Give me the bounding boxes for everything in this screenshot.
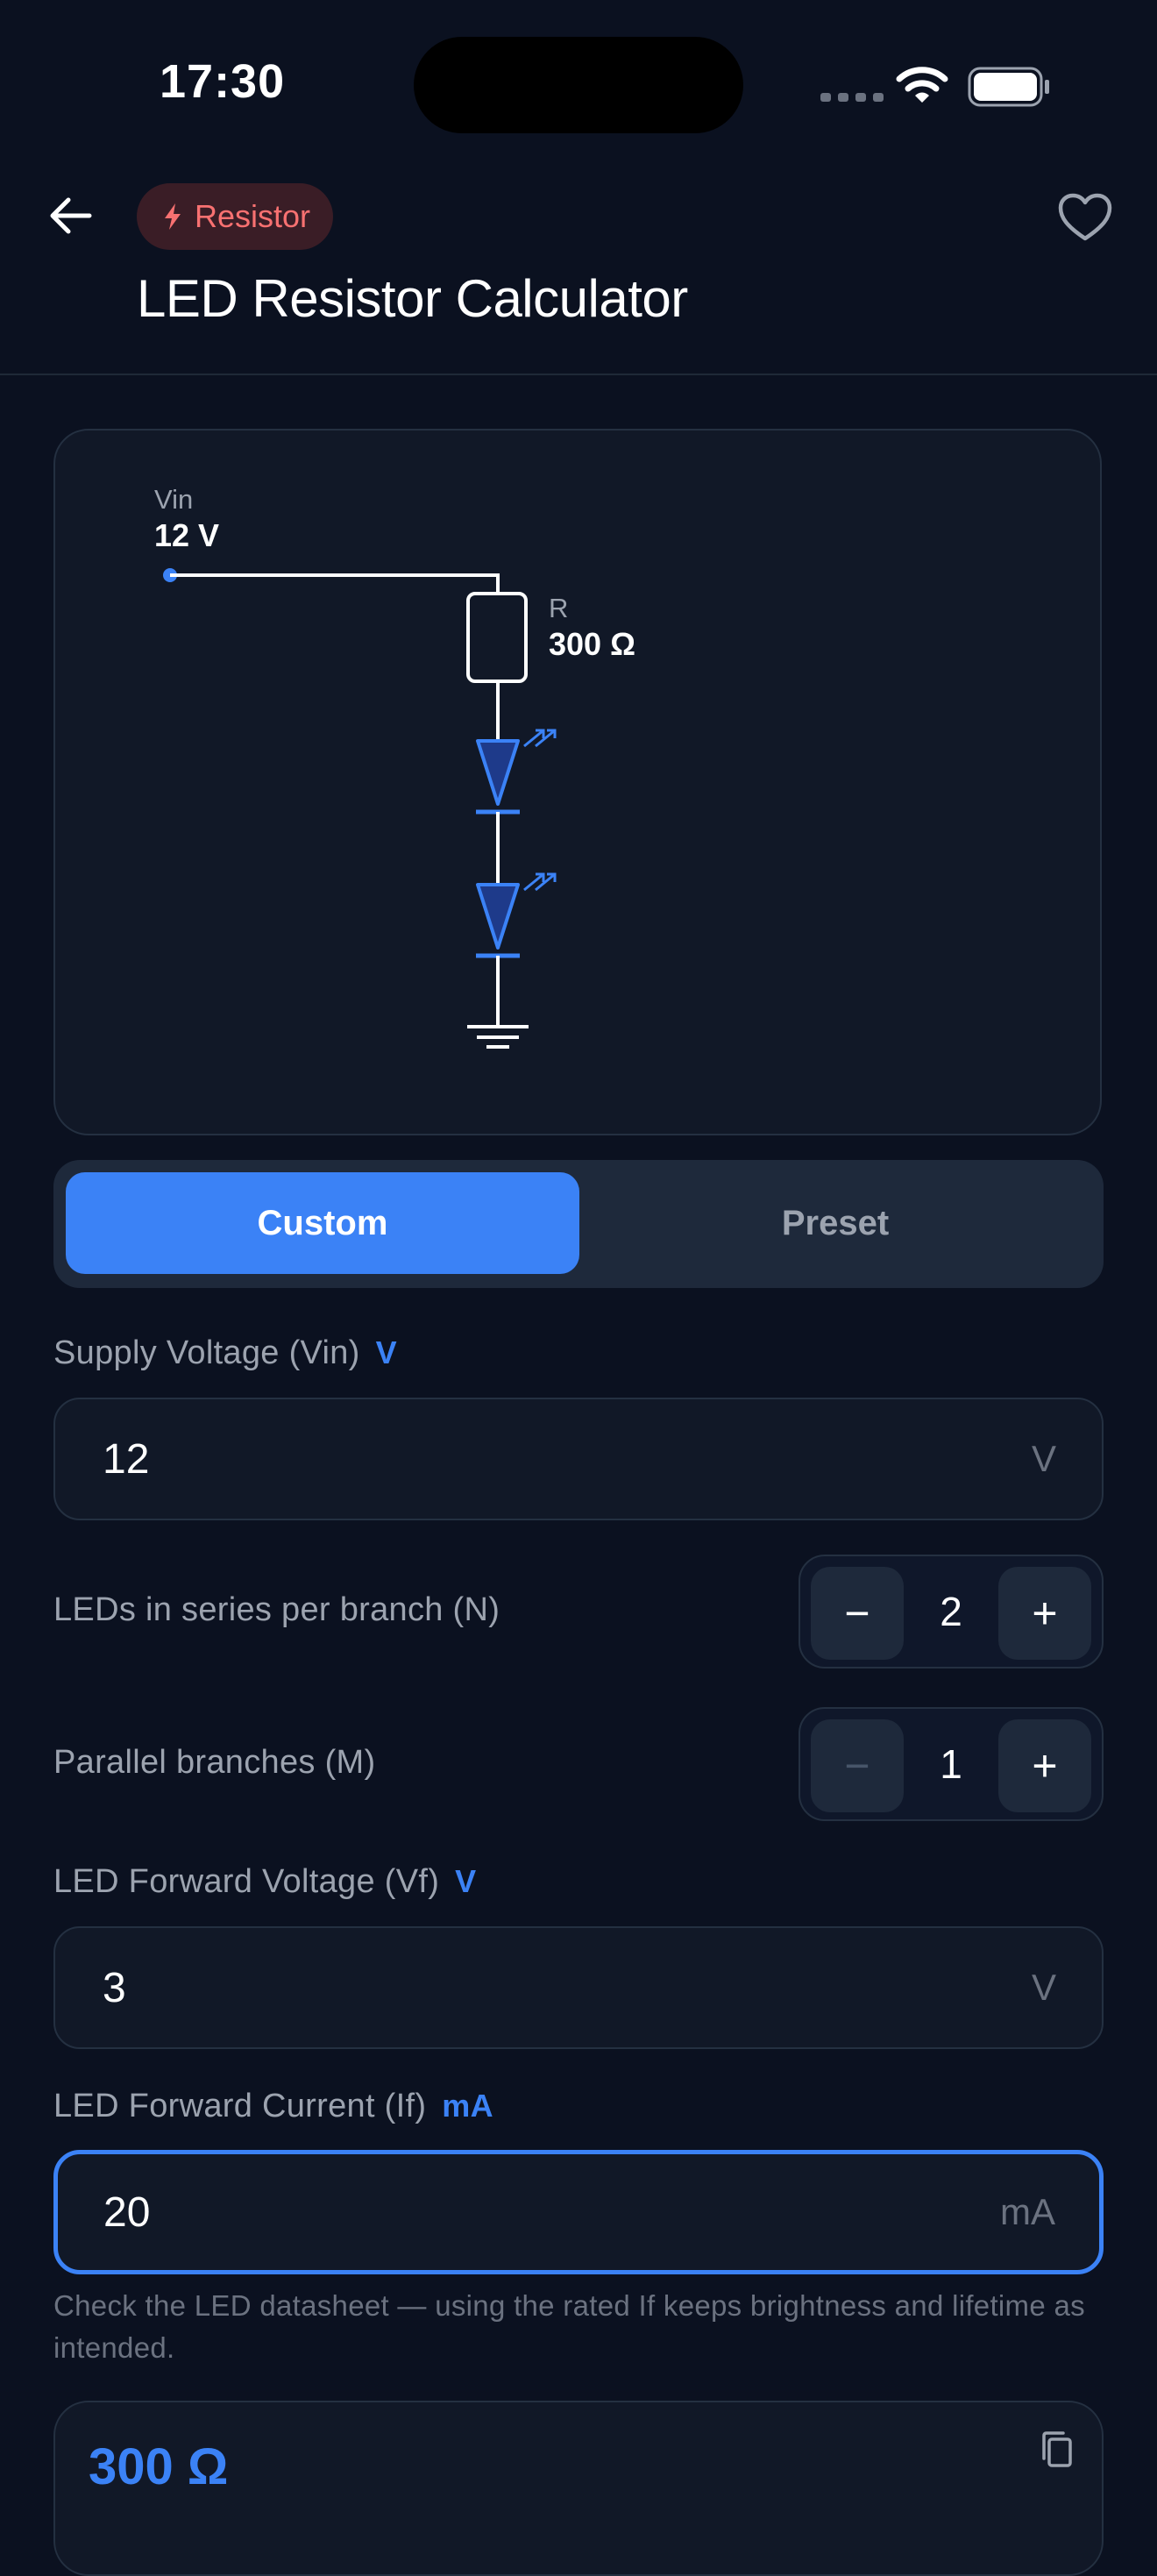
leds-series-label: LEDs in series per branch (N): [53, 1591, 500, 1628]
led-symbol: [476, 872, 557, 958]
resistor-value: 300 Ω: [549, 626, 635, 662]
forward-current-unit-tag: mA: [442, 2088, 493, 2124]
forward-current-value: 20: [103, 2188, 151, 2236]
forward-current-label-text: LED Forward Current (If): [53, 2088, 427, 2124]
leds-series-value: 2: [940, 1589, 962, 1634]
led-symbol: [476, 729, 557, 815]
wifi-icon: [896, 65, 948, 110]
supply-voltage-label: Supply Voltage (Vin) V: [53, 1334, 397, 1372]
page-title: LED Resistor Calculator: [137, 269, 688, 328]
supply-voltage-unit-tag: V: [375, 1334, 397, 1370]
forward-current-label: LED Forward Current (If) mA: [53, 2088, 493, 2125]
forward-voltage-label-text: LED Forward Voltage (Vf): [53, 1863, 440, 1900]
resistor-label: R: [549, 593, 568, 623]
copy-icon[interactable]: [1037, 2429, 1075, 2475]
forward-voltage-label: LED Forward Voltage (Vf) V: [53, 1863, 476, 1901]
battery-icon: [968, 67, 1052, 111]
parallel-branches-decrement-button[interactable]: −: [811, 1719, 904, 1812]
status-time: 17:30: [160, 55, 286, 108]
parallel-branches-label: Parallel branches (M): [53, 1744, 376, 1781]
category-chip-label: Resistor: [195, 198, 311, 234]
cellular-signal-icon: [820, 93, 884, 102]
supply-voltage-input[interactable]: 12 V: [53, 1398, 1104, 1520]
resistor-symbol: [466, 592, 528, 683]
result-value: 300 Ω: [89, 2438, 229, 2495]
forward-current-input[interactable]: 20 mA: [53, 2150, 1104, 2274]
forward-voltage-unit: V: [1031, 1967, 1056, 2008]
leds-series-stepper: − 2 +: [799, 1555, 1104, 1669]
header-divider: [0, 374, 1157, 375]
parallel-branches-value: 1: [940, 1741, 962, 1787]
forward-voltage-unit-tag: V: [455, 1863, 477, 1899]
ground-symbol: [467, 1025, 529, 1049]
supply-voltage-unit: V: [1031, 1438, 1056, 1479]
forward-current-unit: mA: [1000, 2191, 1055, 2232]
mode-segmented-control: Custom Preset: [53, 1160, 1104, 1288]
supply-voltage-value: 12: [103, 1435, 150, 1483]
forward-voltage-input[interactable]: 3 V: [53, 1926, 1104, 2049]
back-button[interactable]: [47, 195, 93, 241]
vin-label: Vin: [154, 484, 193, 515]
supply-voltage-label-text: Supply Voltage (Vin): [53, 1334, 360, 1371]
mode-custom-tab[interactable]: Custom: [66, 1172, 579, 1274]
vin-value: 12 V: [154, 517, 219, 553]
mode-preset-tab[interactable]: Preset: [579, 1172, 1091, 1274]
circuit-diagram-card: Vin 12 V R 300 Ω: [53, 429, 1102, 1135]
forward-voltage-value: 3: [103, 1964, 126, 2011]
parallel-branches-increment-button[interactable]: +: [998, 1719, 1091, 1812]
circuit-diagram: Vin 12 V R 300 Ω: [154, 484, 635, 1049]
favorite-heart-icon[interactable]: [1058, 193, 1112, 246]
leds-series-increment-button[interactable]: +: [998, 1567, 1091, 1660]
lightning-icon: [165, 203, 181, 230]
dynamic-island: [414, 37, 743, 133]
result-card: 300 Ω: [53, 2401, 1104, 2576]
forward-current-hint: Check the LED datasheet — using the rate…: [53, 2289, 1085, 2364]
parallel-branches-stepper: − 1 +: [799, 1707, 1104, 1821]
category-chip: Resistor: [137, 183, 334, 250]
leds-series-decrement-button[interactable]: −: [811, 1567, 904, 1660]
